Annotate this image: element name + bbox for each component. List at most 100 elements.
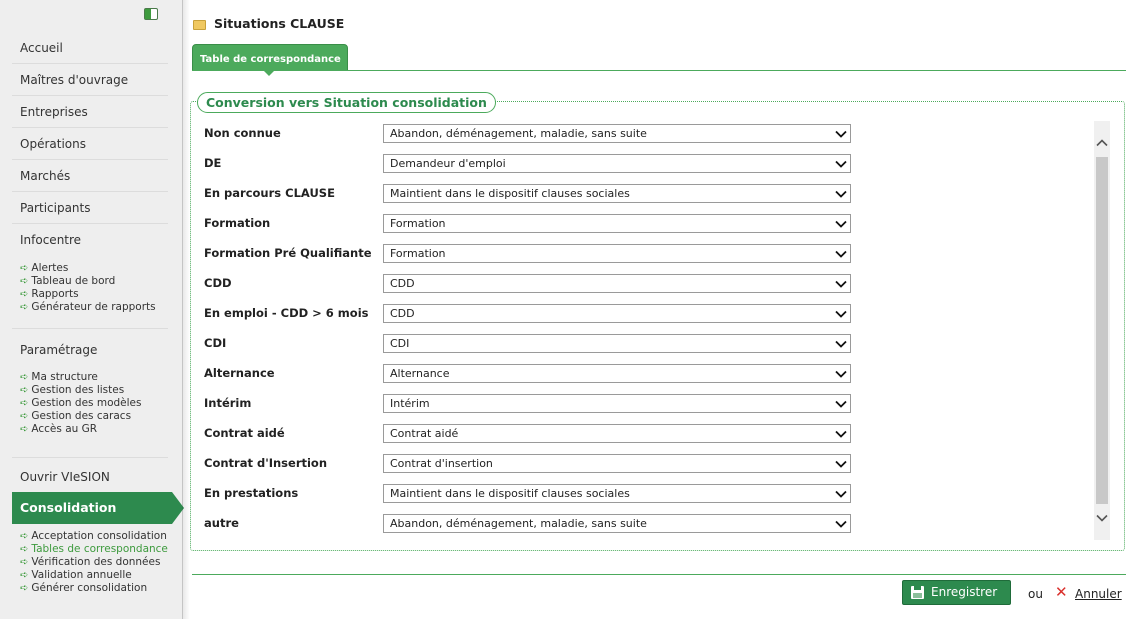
cancel-link[interactable]: Annuler [1075,587,1122,601]
arrow-right-icon: ➪ [20,583,29,594]
nav-participants[interactable]: Participants [12,192,168,224]
arrow-right-icon: ➪ [20,557,29,568]
divider [12,328,168,329]
situation-select[interactable]: Abandon, déménagement, maladie, sans sui… [383,124,851,143]
page-title: Situations CLAUSE [214,16,345,31]
row-label: DE [204,156,222,170]
nav-accueil[interactable]: Accueil [12,32,168,64]
arrow-right-icon: ➪ [20,302,29,313]
chevron-down-icon [835,340,847,348]
chevron-down-icon [835,460,847,468]
arrow-right-icon: ➪ [20,276,29,287]
chevron-down-icon [835,490,847,498]
arrow-right-icon: ➪ [20,372,29,383]
sub-item-validation-annuelle[interactable]: ➪ Validation annuelle [20,569,180,582]
section-legend: Conversion vers Situation consolidation [197,92,496,113]
sidebar: Accueil Maîtres d'ouvrage Entreprises Op… [0,0,190,619]
chevron-down-icon [835,370,847,378]
nav-maitres-ouvrage[interactable]: Maîtres d'ouvrage [12,64,168,96]
situation-select[interactable]: Alternance [383,364,851,383]
row-label: Alternance [204,366,275,380]
row-label: autre [204,516,239,530]
or-text: ou [1028,587,1043,601]
situation-select[interactable]: Contrat d'insertion [383,454,851,473]
nav-parametrage[interactable]: Paramétrage [12,334,168,366]
chevron-down-icon [835,130,847,138]
situation-select[interactable]: Contrat aidé [383,424,851,443]
row-label: Intérim [204,396,252,410]
chevron-down-icon [835,280,847,288]
sub-item-acceptation-consolidation[interactable]: ➪ Acceptation consolidation [20,530,180,543]
nav-infocentre[interactable]: Infocentre [12,224,168,256]
situation-select[interactable]: CDD [383,274,851,293]
chevron-down-icon [835,430,847,438]
sub-item-gestion-caracs[interactable]: ➪ Gestion des caracs [20,410,180,423]
arrow-right-icon: ➪ [20,263,29,274]
infocentre-submenu: ➪ Alertes ➪ Tableau de bord ➪ Rapports ➪ Gén… [20,262,180,314]
parametrage-submenu: ➪ Ma structure ➪ Gestion des listes ➪ Gesti… [20,371,180,436]
chevron-down-icon [835,310,847,318]
nav-marches[interactable]: Marchés [12,160,168,192]
sub-item-generer-consolidation[interactable]: ➪ Générer consolidation [20,582,180,595]
arrow-right-icon: ➪ [20,570,29,581]
situation-select[interactable]: Maintient dans le dispositif clauses soc… [383,184,851,203]
arrow-right-icon: ➪ [20,411,29,422]
sub-item-verification-donnees[interactable]: ➪ Vérification des données [20,556,180,569]
arrow-right-icon: ➪ [20,289,29,300]
sub-item-acces-gr[interactable]: ➪ Accès au GR [20,423,180,436]
arrow-right-icon: ➪ [20,544,29,555]
row-label: Contrat d'Insertion [204,456,328,470]
sub-item-rapports[interactable]: ➪ Rapports [20,288,180,301]
situation-select[interactable]: CDD [383,304,851,323]
sub-item-gestion-modeles[interactable]: ➪ Gestion des modèles [20,397,180,410]
sub-item-gestion-listes[interactable]: ➪ Gestion des listes [20,384,180,397]
scrollbar-thumb[interactable] [1096,157,1108,504]
chevron-down-icon[interactable] [1096,512,1108,524]
tab-table-de-correspondance[interactable]: Table de correspondance [192,44,348,76]
nav-entreprises[interactable]: Entreprises [12,96,168,128]
footer-divider [192,574,1126,575]
situation-select[interactable]: Intérim [383,394,851,413]
chevron-down-icon [835,160,847,168]
chevron-up-icon[interactable] [1096,137,1108,149]
folder-icon [193,20,206,30]
row-label: Formation Pré Qualifiante [204,246,372,260]
chevron-down-icon [835,400,847,408]
chevron-down-icon [835,250,847,258]
situation-select[interactable]: Formation [383,214,851,233]
chevron-down-icon [835,220,847,228]
close-icon[interactable]: ✕ [1055,583,1068,601]
sub-item-tables-correspondance[interactable]: ➪ Tables de correspondance [20,543,180,556]
sub-item-tableau-de-bord[interactable]: ➪ Tableau de bord [20,275,180,288]
save-button[interactable]: Enregistrer [902,580,1011,605]
situation-select[interactable]: Maintient dans le dispositif clauses soc… [383,484,851,503]
consolidation-submenu: ➪ Acceptation consolidation ➪ Tables de co… [20,530,180,595]
sub-item-alertes[interactable]: ➪ Alertes [20,262,180,275]
row-label: En parcours CLAUSE [204,186,335,200]
row-label: En emploi - CDD > 6 mois [204,306,369,320]
nav-ouvrir-viesion[interactable]: Ouvrir VIeSION [12,461,168,493]
row-label: Contrat aidé [204,426,285,440]
floppy-disk-icon [911,586,924,599]
sub-item-ma-structure[interactable]: ➪ Ma structure [20,371,180,384]
row-label: Formation [204,216,271,230]
arrow-right-icon: ➪ [20,398,29,409]
situation-select[interactable]: CDI [383,334,851,353]
scrollbar[interactable] [1094,121,1110,540]
sub-item-generateur-rapports[interactable]: ➪ Générateur de rapports [20,301,180,314]
collapse-sidebar-icon[interactable] [144,8,158,20]
chevron-down-icon [835,520,847,528]
row-label: En prestations [204,486,299,500]
chevron-down-icon [835,190,847,198]
situation-select[interactable]: Demandeur d'emploi [383,154,851,173]
situation-select[interactable]: Abandon, déménagement, maladie, sans sui… [383,514,851,533]
row-label: Non connue [204,126,281,140]
row-label: CDD [204,276,232,290]
arrow-right-icon: ➪ [20,531,29,542]
arrow-right-icon: ➪ [20,424,29,435]
situation-select[interactable]: Formation [383,244,851,263]
nav-operations[interactable]: Opérations [12,128,168,160]
nav-consolidation-active[interactable]: Consolidation [12,492,184,524]
divider [12,457,168,458]
tab-underline [192,70,1126,71]
